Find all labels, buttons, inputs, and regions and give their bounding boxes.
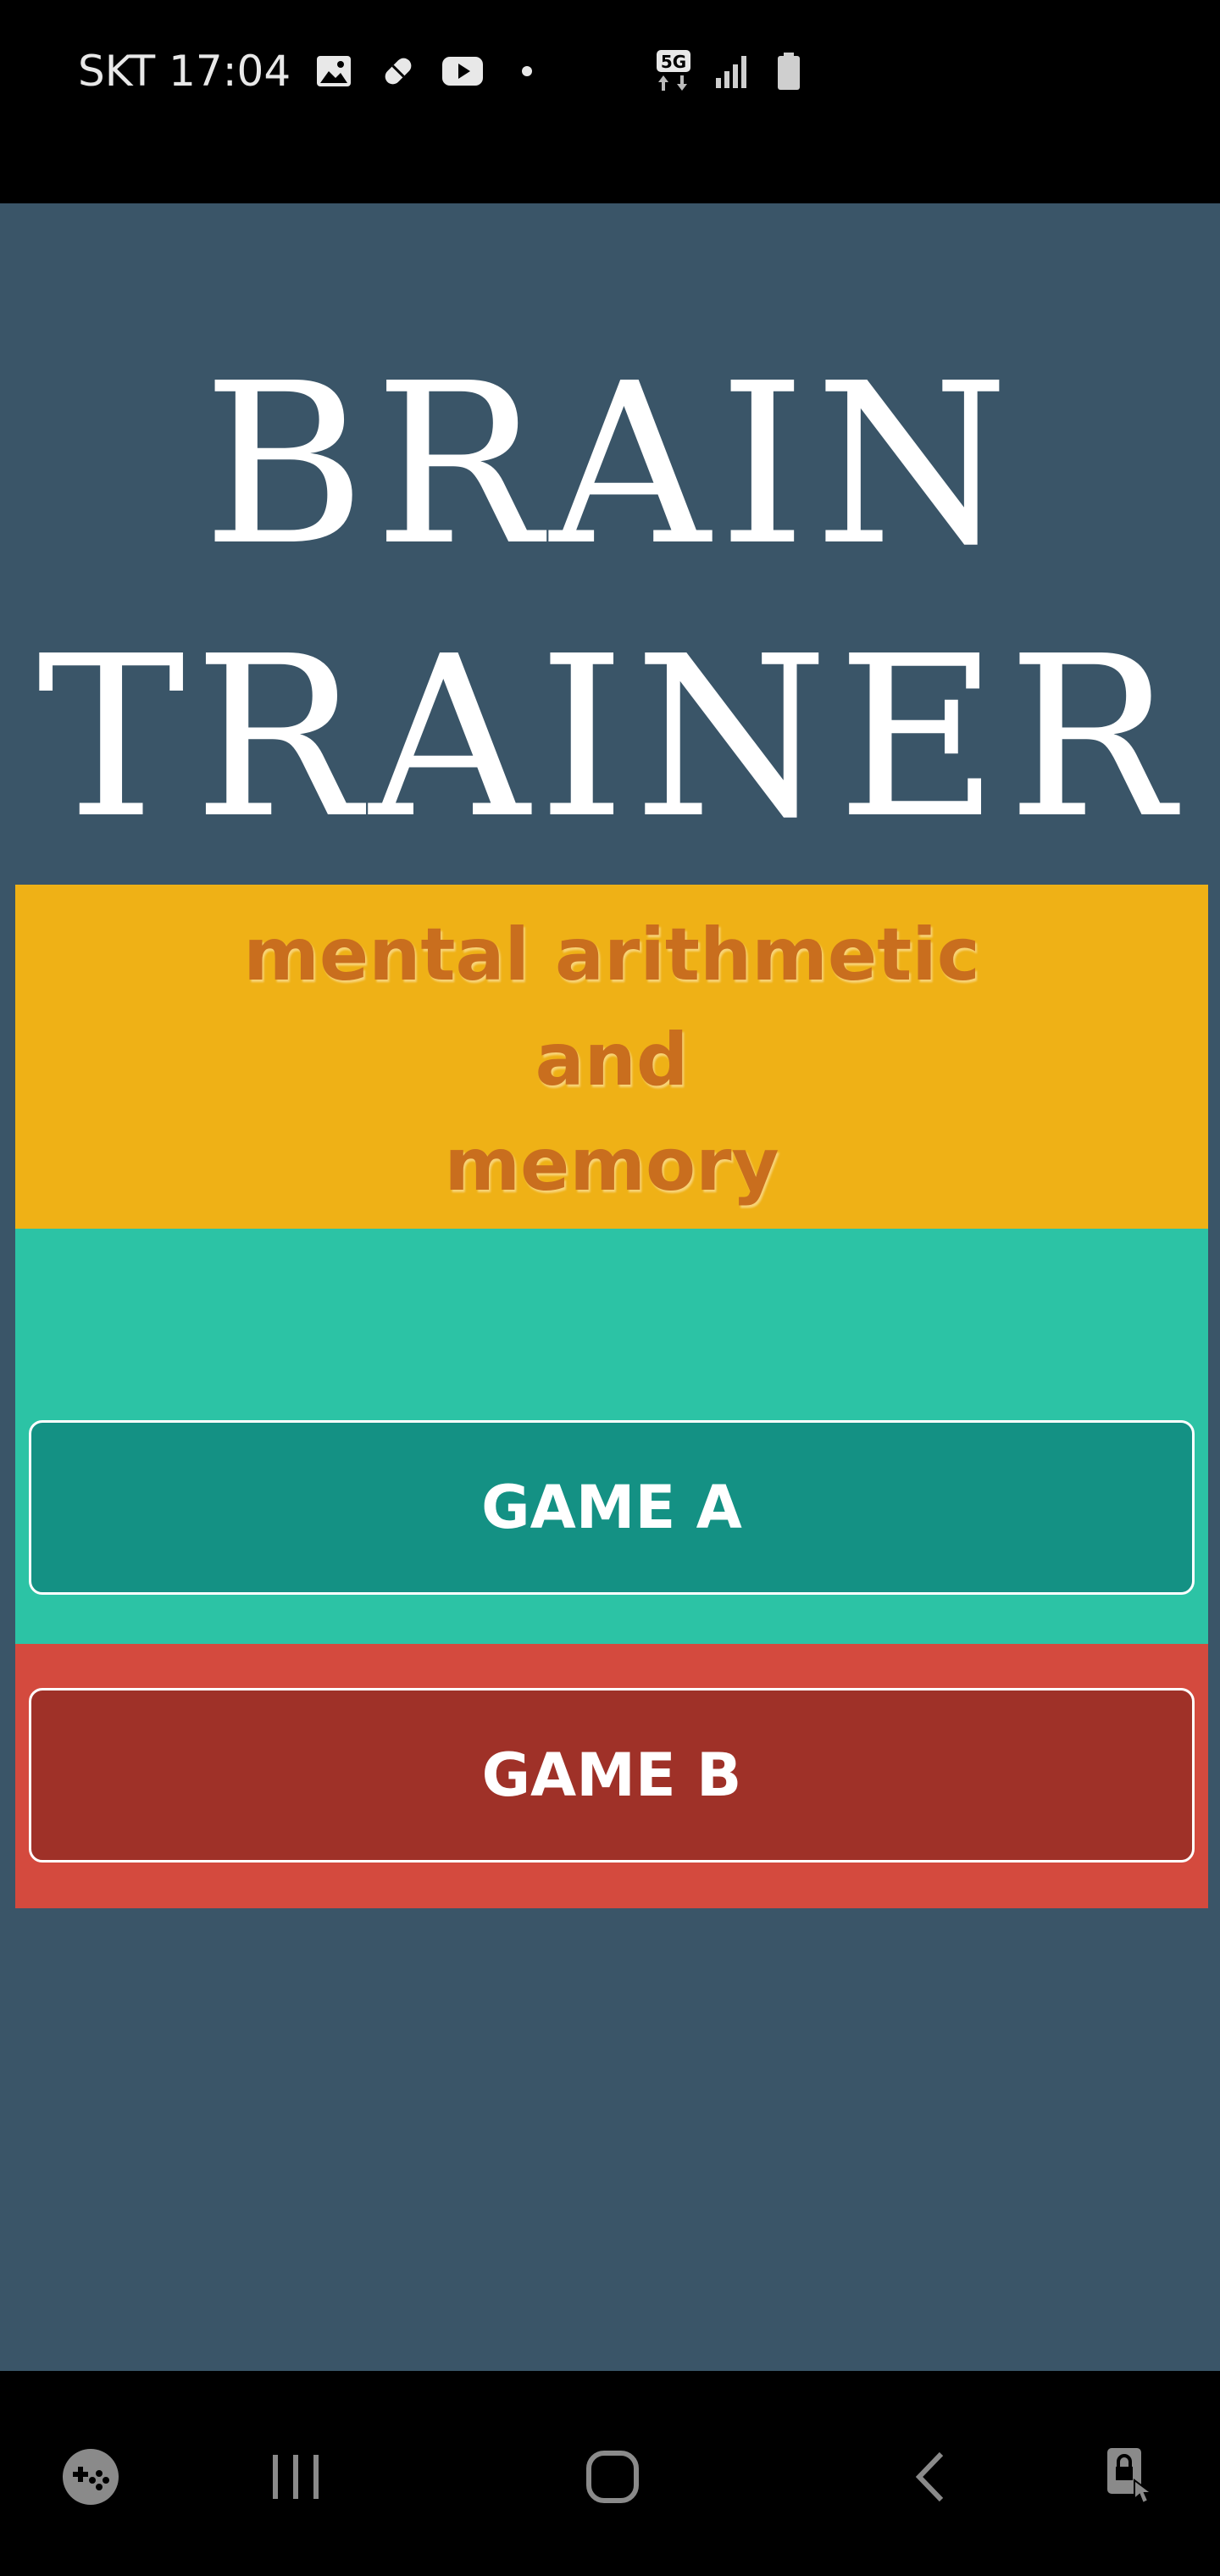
status-right: 5G	[652, 44, 810, 98]
dot-icon	[506, 50, 548, 92]
game-b-panel: GAME B	[15, 1644, 1208, 1908]
game-a-button[interactable]: GAME A	[29, 1420, 1195, 1595]
subtitle-line1: mental arithmetic	[243, 913, 980, 997]
back-icon[interactable]	[884, 2430, 978, 2523]
pill-icon	[377, 50, 419, 92]
app-screen: BRAIN TRAINER mental arithmetic and memo…	[0, 203, 1220, 2371]
home-icon[interactable]	[566, 2430, 659, 2523]
app-title-line2: TRAINER	[36, 608, 1184, 867]
game-b-button[interactable]: GAME B	[29, 1688, 1195, 1863]
signal-icon	[710, 50, 752, 92]
game-a-panel: GAME A	[15, 1229, 1208, 1644]
navigation-bar	[0, 2371, 1220, 2576]
app-title-line1: BRAIN	[202, 336, 1018, 594]
carrier-time: SKT 17:04	[78, 47, 291, 96]
recent-apps-icon[interactable]	[249, 2430, 342, 2523]
subtitle-line3: memory	[444, 1123, 779, 1208]
status-bar: SKT 17:04 5G	[0, 0, 1220, 203]
screen-lock-icon[interactable]	[1084, 2430, 1178, 2523]
youtube-icon	[441, 50, 484, 92]
image-icon	[313, 50, 355, 92]
network-label: 5G	[661, 52, 686, 72]
status-left: SKT 17:04	[78, 44, 548, 98]
subtitle-line2: and	[535, 1018, 689, 1102]
battery-icon	[768, 50, 810, 92]
5g-icon: 5G	[652, 50, 695, 92]
game-launcher-icon[interactable]	[44, 2430, 137, 2523]
subtitle-panel: mental arithmetic and memory	[15, 885, 1208, 1229]
